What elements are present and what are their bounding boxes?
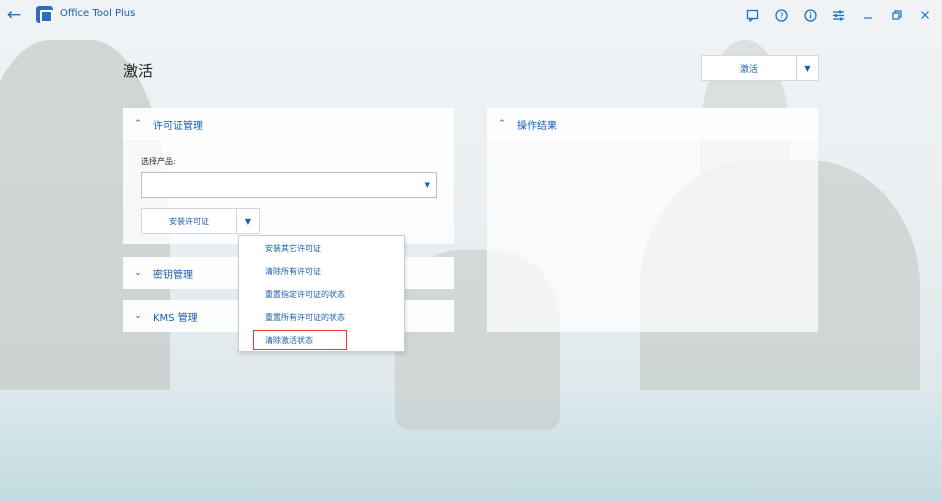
- info-icon[interactable]: [800, 5, 820, 25]
- title-bar: ← Office Tool Plus ?: [0, 0, 942, 30]
- chevron-up-icon: ⌃: [498, 119, 506, 129]
- app-title: Office Tool Plus: [60, 8, 136, 19]
- page-title: 激活: [123, 62, 154, 80]
- install-license-dropdown-button[interactable]: ▼: [237, 208, 260, 234]
- product-select[interactable]: ▼: [141, 172, 437, 198]
- restore-icon[interactable]: [887, 5, 907, 25]
- message-icon[interactable]: [742, 5, 762, 25]
- menu-item-install-other[interactable]: 安装其它许可证: [265, 243, 321, 254]
- minimize-icon[interactable]: [858, 5, 878, 25]
- chevron-down-icon: ⌄: [134, 268, 142, 278]
- menu-item-reset-specified-license[interactable]: 重置指定许可证的状态: [265, 289, 345, 300]
- settings-icon[interactable]: [828, 5, 848, 25]
- install-license-button[interactable]: 安装许可证: [141, 208, 237, 234]
- menu-item-clear-activation[interactable]: 清除激活状态: [265, 335, 313, 346]
- chevron-up-icon: ⌃: [134, 119, 142, 129]
- kms-panel-title: KMS 管理: [153, 312, 198, 324]
- caret-down-icon: ▼: [244, 216, 252, 226]
- close-icon[interactable]: [915, 5, 935, 25]
- help-icon[interactable]: ?: [771, 5, 791, 25]
- chevron-down-icon: ⌄: [134, 311, 142, 321]
- menu-item-reset-all-licenses[interactable]: 重置所有许可证的状态: [265, 312, 345, 323]
- svg-text:?: ?: [779, 11, 783, 20]
- back-arrow-icon[interactable]: ←: [4, 5, 24, 25]
- app-logo-icon: [36, 6, 53, 23]
- caret-down-icon: ▼: [424, 181, 430, 189]
- license-panel-title: 许可证管理: [153, 120, 203, 132]
- license-panel-header[interactable]: ⌃ 许可证管理: [123, 108, 454, 140]
- product-select-label: 选择产品:: [141, 157, 176, 166]
- result-panel-header[interactable]: ⌃ 操作结果: [487, 108, 818, 140]
- result-panel-body: [487, 140, 818, 332]
- install-license-menu: 安装其它许可证 清除所有许可证 重置指定许可证的状态 重置所有许可证的状态 清除…: [238, 235, 405, 352]
- caret-down-icon: ▼: [804, 63, 811, 73]
- activate-dropdown-button[interactable]: ▼: [797, 55, 819, 81]
- menu-item-clear-all-licenses[interactable]: 清除所有许可证: [265, 266, 321, 277]
- activate-button[interactable]: 激活: [701, 55, 797, 81]
- result-panel-title: 操作结果: [517, 120, 557, 132]
- key-panel-title: 密钥管理: [153, 269, 193, 281]
